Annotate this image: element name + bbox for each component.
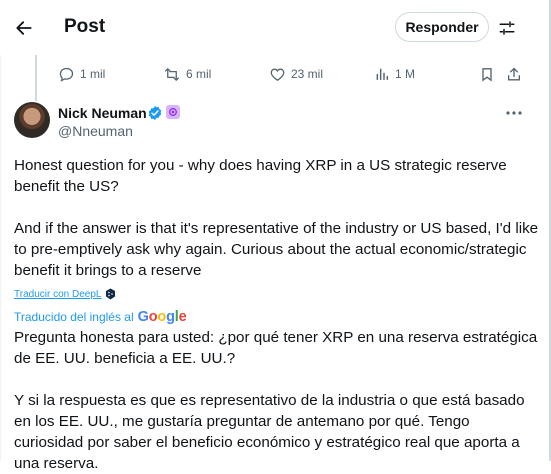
bookmark-action[interactable] <box>479 64 495 84</box>
verified-badge-icon <box>148 106 162 120</box>
bookmark-icon <box>482 67 492 81</box>
sliders-icon[interactable] <box>495 16 519 40</box>
share-icon <box>508 67 520 80</box>
top-header: Post Responder <box>0 0 549 55</box>
repost-count: 6 mil <box>186 67 212 81</box>
back-arrow-icon[interactable] <box>10 14 38 42</box>
avatar[interactable] <box>14 102 50 138</box>
affiliation-badge-icon[interactable] <box>166 105 180 119</box>
thread-connector-line <box>35 55 37 101</box>
tweet-text: Honest question for you - why does havin… <box>14 157 539 279</box>
repost-icon <box>164 67 180 81</box>
reply-action[interactable]: 1 mil <box>58 64 105 84</box>
translation-attribution: Traducido del inglés al Google <box>14 309 187 325</box>
bar-chart-icon <box>376 68 389 81</box>
author-handle[interactable]: @Nneuman <box>58 123 133 139</box>
google-logo: Google <box>137 309 187 325</box>
translated-by-label: Traducido del inglés al <box>14 310 134 324</box>
view-count: 1 M <box>395 67 416 81</box>
share-action[interactable] <box>506 64 522 84</box>
reply-button[interactable]: Responder <box>395 12 489 42</box>
page-title: Post <box>64 16 106 37</box>
views-action[interactable]: 1 M <box>374 64 415 84</box>
reply-count: 1 mil <box>80 67 106 81</box>
like-action[interactable]: 23 mil <box>269 64 323 84</box>
translated-tweet-text: Pregunta honesta para usted: ¿por qué te… <box>14 329 538 472</box>
deepl-link-label: Traducir con DeepL <box>14 288 102 300</box>
left-border <box>0 0 1 461</box>
author-name[interactable]: Nick Neuman <box>58 105 147 121</box>
like-count: 23 mil <box>291 67 324 81</box>
repost-action[interactable]: 6 mil <box>163 64 211 84</box>
more-options-icon[interactable] <box>503 104 525 122</box>
deepl-logo-icon <box>106 288 116 300</box>
translate-deepl-link[interactable]: Traducir con DeepL <box>14 288 116 300</box>
comment-icon <box>59 67 74 82</box>
heart-icon <box>270 68 285 81</box>
